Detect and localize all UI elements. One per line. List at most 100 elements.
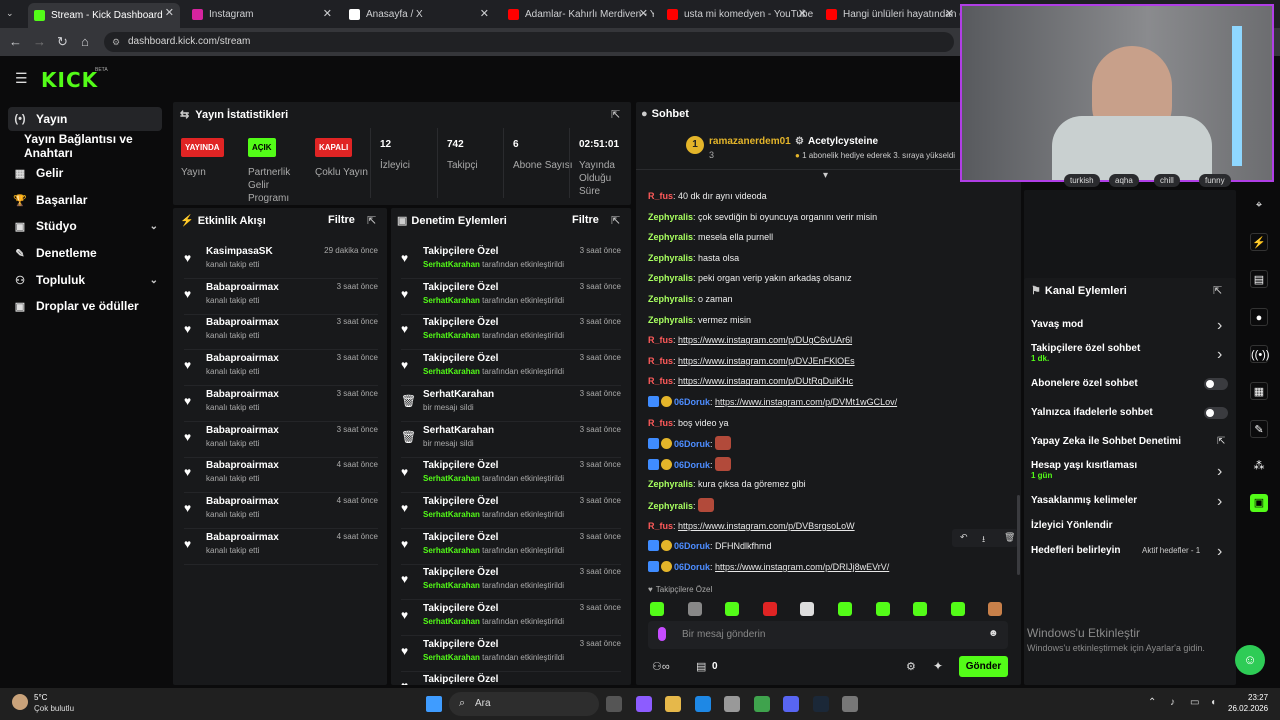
- chat-message[interactable]: Zephyralis: peki organ verip yakın arkad…: [648, 271, 852, 285]
- chevron-down-icon[interactable]: ⌄: [150, 221, 158, 232]
- chevron-down-icon[interactable]: ⌄: [150, 275, 158, 286]
- browser-tab[interactable]: Instagram ✕: [186, 4, 338, 24]
- moderation-row[interactable]: ♥ Takipçilere Özel SerhatKarahan tarafında…: [401, 350, 621, 387]
- chat-username[interactable]: Zephyralis: [648, 212, 693, 222]
- channel-action[interactable]: Yavaş mod: [1031, 319, 1083, 330]
- channel-action[interactable]: Yalnızca ifadelerle sohbet: [1031, 407, 1153, 418]
- chat-message[interactable]: R_fus: https://www.instagram.com/p/DVBsr…: [648, 519, 855, 533]
- layout-icon[interactable]: ▦: [1250, 382, 1268, 400]
- activity-row[interactable]: ♥ Babaproairmax kanalı takip etti 3 saat ön…: [184, 350, 378, 387]
- browser-tab[interactable]: usta mi komedyen - YouTube ✕: [661, 4, 813, 24]
- app-icon[interactable]: ▣: [1250, 494, 1268, 512]
- chat-message[interactable]: Zephyralis: o zaman: [648, 292, 733, 306]
- browser-tab[interactable]: Hangi ünlüleri hayatından çıkar✕: [820, 4, 960, 24]
- moderation-row[interactable]: ♥ Takipçilere Özel SerhatKarahan tarafında…: [401, 493, 621, 529]
- moderation-row[interactable]: ♥ Takipçilere Özel SerhatKarahan tarafında…: [401, 457, 621, 494]
- sidebar-item[interactable]: ▦ Gelir: [8, 161, 162, 185]
- file-explorer-icon[interactable]: [665, 696, 681, 712]
- app-icon[interactable]: [842, 696, 858, 712]
- chat-username[interactable]: 06Doruk: [674, 562, 710, 572]
- close-icon[interactable]: ✕: [323, 7, 332, 20]
- clock-date[interactable]: 26.02.2026: [1228, 704, 1268, 713]
- emote-icon[interactable]: [988, 602, 1003, 616]
- chat-link[interactable]: https://www.instagram.com/p/DVBsrgsoLoW: [678, 521, 855, 531]
- close-icon[interactable]: ✕: [639, 7, 648, 20]
- activity-row[interactable]: ♥ Babaproairmax kanalı takip etti 3 saat ön…: [184, 422, 378, 458]
- emote-icon[interactable]: [875, 602, 890, 616]
- edge-icon[interactable]: [694, 696, 711, 712]
- document-icon[interactable]: ▤: [1250, 270, 1268, 288]
- chrome-icon[interactable]: [753, 696, 770, 712]
- mic-icon[interactable]: [658, 627, 666, 641]
- chat-message[interactable]: Zephyralis: kura çıksa da göremez gibi: [648, 477, 806, 491]
- home-icon[interactable]: ⌂: [81, 34, 89, 49]
- support-chat-icon[interactable]: ☺: [1235, 645, 1265, 675]
- chat-username[interactable]: Zephyralis: [648, 253, 693, 263]
- chat-username[interactable]: 06Doruk: [674, 439, 710, 449]
- chat-link[interactable]: https://www.instagram.com/p/DUgC6vUAr6l: [678, 335, 852, 345]
- channel-actions-expand-icon[interactable]: ⇱: [1213, 284, 1222, 297]
- emote-icon[interactable]: [838, 602, 852, 616]
- users-icon[interactable]: ⚇∞: [652, 660, 670, 673]
- expand-icon[interactable]: ⇱: [611, 108, 620, 121]
- tag-chip[interactable]: chill: [1154, 174, 1180, 187]
- settings-icon[interactable]: ⚙: [906, 660, 916, 673]
- chat-username[interactable]: R_fus: [648, 418, 673, 428]
- store-icon[interactable]: [724, 696, 740, 712]
- emote-menu-icon[interactable]: ✦: [933, 659, 943, 673]
- bolt-icon[interactable]: ⚡: [1250, 233, 1268, 251]
- pin-collapse-icon[interactable]: ▾: [823, 170, 828, 181]
- channel-action[interactable]: İzleyici Yönlendir: [1031, 520, 1113, 531]
- moderation-row[interactable]: ♥ Takipçilere Özel SerhatKarahan tarafında…: [401, 636, 621, 672]
- site-info-icon[interactable]: ⚙: [112, 37, 120, 48]
- chat-username[interactable]: 06Doruk: [674, 397, 710, 407]
- browser-tab[interactable]: Stream - Kick Dashboard ✕: [28, 3, 180, 28]
- network-icon[interactable]: ⁂: [1250, 457, 1268, 475]
- emote-icon[interactable]: [800, 602, 815, 616]
- chat-username[interactable]: R_fus: [648, 335, 673, 345]
- tag-chip[interactable]: funny: [1199, 174, 1231, 187]
- external-link-icon[interactable]: ⇱: [1217, 436, 1225, 447]
- pin-icon[interactable]: ⭳: [982, 532, 985, 548]
- chat-message[interactable]: Zephyralis: çok sevdiğin bi oyuncuya org…: [648, 210, 877, 224]
- chat-scrollbar[interactable]: [1017, 495, 1020, 575]
- kick-logo[interactable]: KICK: [41, 68, 98, 92]
- chat-link[interactable]: https://www.instagram.com/p/DRIJj8wEVrV/: [715, 562, 889, 572]
- activity-row[interactable]: ♥ Babaproairmax kanalı takip etti 4 saat ön…: [184, 529, 378, 565]
- channel-action[interactable]: Yapay Zeka ile Sohbet Denetimi: [1031, 436, 1181, 447]
- sidebar-item[interactable]: Yayın Bağlantısı ve Anahtarı: [20, 132, 174, 160]
- chat-username[interactable]: Zephyralis: [648, 479, 693, 489]
- channel-action[interactable]: Hesap yaşı kısıtlaması 1 gün: [1031, 460, 1137, 480]
- moderation-row[interactable]: ♥ Takipçilere Özel SerhatKarahan tarafında…: [401, 600, 621, 636]
- chat-username[interactable]: Zephyralis: [648, 273, 693, 283]
- pinned-gift-banner[interactable]: 1 ramazanerdem01 3 ⚙ Acetylcysteine ● 1 a…: [636, 128, 966, 170]
- chevron-right-icon[interactable]: ›: [1217, 543, 1222, 561]
- wrench-icon[interactable]: ✎: [1250, 420, 1268, 438]
- tab-search-icon[interactable]: ⌄: [6, 8, 14, 19]
- emote-icon[interactable]: [650, 602, 664, 616]
- chat-username[interactable]: Zephyralis: [648, 501, 693, 511]
- chat-message[interactable]: Zephyralis: hasta olsa: [648, 251, 739, 265]
- activity-row[interactable]: ♥ Babaproairmax kanalı takip etti 3 saat ön…: [184, 314, 378, 351]
- channel-action[interactable]: Hedefleri belirleyin: [1031, 545, 1120, 556]
- toggle-switch[interactable]: [1204, 378, 1228, 390]
- emoji-icon[interactable]: ☻: [988, 628, 999, 639]
- activity-filter-button[interactable]: Filtre: [328, 214, 355, 226]
- chat-link[interactable]: https://www.instagram.com/p/DVMt1wGCLov/: [715, 397, 897, 407]
- broadcast-icon[interactable]: ((•)): [1250, 345, 1270, 363]
- chat-username[interactable]: Zephyralis: [648, 315, 693, 325]
- channel-action[interactable]: Yasaklanmış kelimeler: [1031, 495, 1137, 506]
- tag-chip[interactable]: aqha: [1109, 174, 1139, 187]
- activity-row[interactable]: ♥ Babaproairmax kanalı takip etti 3 saat ön…: [184, 386, 378, 422]
- chevron-right-icon[interactable]: ›: [1217, 317, 1222, 335]
- activity-row[interactable]: ♥ Babaproairmax kanalı takip etti 4 saat ön…: [184, 493, 378, 529]
- moderation-row[interactable]: ♥ Takipçilere Özel SerhatKarahan tarafında…: [401, 529, 621, 565]
- browser-tab[interactable]: Anasayfa / X ✕: [343, 4, 495, 24]
- channel-action[interactable]: Abonelere özel sohbet: [1031, 378, 1138, 389]
- tag-chip[interactable]: turkish: [1064, 174, 1100, 187]
- menu-icon[interactable]: ☰: [15, 70, 28, 87]
- chat-message[interactable]: Zephyralis:: [648, 498, 715, 512]
- mic-tray-icon[interactable]: ♪: [1170, 697, 1175, 708]
- activity-row[interactable]: ♥ KasimpasaSK kanalı takip etti 29 dakika ö…: [184, 243, 378, 279]
- chat-message[interactable]: 06Doruk:: [648, 436, 732, 451]
